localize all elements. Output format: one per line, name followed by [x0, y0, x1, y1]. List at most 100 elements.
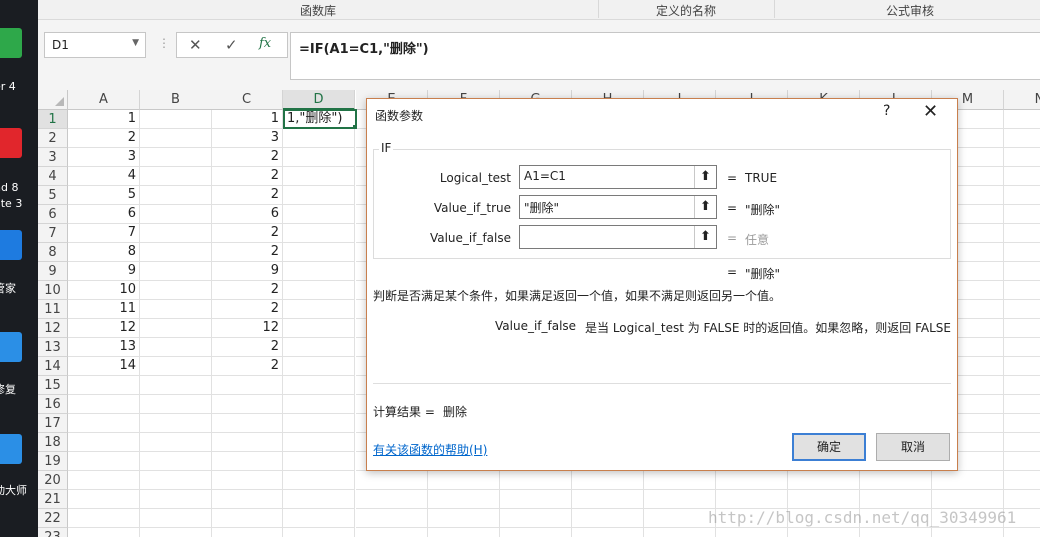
- row-header-11[interactable]: 11: [38, 300, 68, 319]
- cell-b3[interactable]: [140, 148, 212, 167]
- cell-n23[interactable]: [1004, 528, 1040, 537]
- cell-b14[interactable]: [140, 357, 212, 376]
- cell-b17[interactable]: [140, 414, 212, 433]
- cell-d5[interactable]: [283, 186, 355, 205]
- cell-b19[interactable]: [140, 452, 212, 471]
- cell-n13[interactable]: [1004, 338, 1040, 357]
- cell-a20[interactable]: [68, 471, 140, 490]
- cell-a22[interactable]: [68, 509, 140, 528]
- close-icon[interactable]: ✕: [923, 101, 938, 122]
- row-header-13[interactable]: 13: [38, 338, 68, 357]
- function-help-link[interactable]: 有关该函数的帮助(H): [373, 441, 487, 458]
- cell-g23[interactable]: [500, 528, 572, 537]
- row-header-9[interactable]: 9: [38, 262, 68, 281]
- cell-h23[interactable]: [572, 528, 644, 537]
- cell-n2[interactable]: [1004, 129, 1040, 148]
- cell-c12[interactable]: 12: [211, 319, 283, 338]
- shield-app-icon[interactable]: [0, 230, 22, 260]
- cell-k23[interactable]: [788, 528, 860, 537]
- cell-n17[interactable]: [1004, 414, 1040, 433]
- column-header-d[interactable]: D: [283, 90, 355, 110]
- cell-n5[interactable]: [1004, 186, 1040, 205]
- cell-c15[interactable]: [211, 376, 283, 395]
- cell-h21[interactable]: [572, 490, 644, 509]
- ok-button[interactable]: 确定: [792, 433, 866, 461]
- cell-k20[interactable]: [788, 471, 860, 490]
- cell-a1[interactable]: 1: [68, 110, 140, 129]
- cell-b8[interactable]: [140, 243, 212, 262]
- cell-n7[interactable]: [1004, 224, 1040, 243]
- cell-c21[interactable]: [211, 490, 283, 509]
- cell-m20[interactable]: [932, 471, 1004, 490]
- cell-a9[interactable]: 9: [68, 262, 140, 281]
- insert-function-icon[interactable]: fx: [259, 36, 271, 51]
- row-header-5[interactable]: 5: [38, 186, 68, 205]
- cell-d17[interactable]: [283, 414, 355, 433]
- cell-b18[interactable]: [140, 433, 212, 452]
- collapse-dialog-icon[interactable]: ⬆: [694, 226, 716, 248]
- cell-d23[interactable]: [283, 528, 355, 537]
- cell-j20[interactable]: [716, 471, 788, 490]
- value-if-false-input[interactable]: ⬆: [519, 225, 717, 249]
- row-header-15[interactable]: 15: [38, 376, 68, 395]
- cell-a14[interactable]: 14: [68, 357, 140, 376]
- cell-a11[interactable]: 11: [68, 300, 140, 319]
- cell-b10[interactable]: [140, 281, 212, 300]
- cell-i21[interactable]: [644, 490, 716, 509]
- select-all-corner[interactable]: [38, 90, 68, 110]
- cell-b7[interactable]: [140, 224, 212, 243]
- cell-a16[interactable]: [68, 395, 140, 414]
- cell-d19[interactable]: [283, 452, 355, 471]
- cell-d16[interactable]: [283, 395, 355, 414]
- row-header-2[interactable]: 2: [38, 129, 68, 148]
- collapse-dialog-icon[interactable]: ⬆: [694, 196, 716, 218]
- cell-n20[interactable]: [1004, 471, 1040, 490]
- cell-m21[interactable]: [932, 490, 1004, 509]
- collapse-dialog-icon[interactable]: ⬆: [694, 166, 716, 188]
- chevron-down-icon[interactable]: ▼: [132, 38, 139, 48]
- cell-j23[interactable]: [716, 528, 788, 537]
- cell-d4[interactable]: [283, 167, 355, 186]
- row-header-19[interactable]: 19: [38, 452, 68, 471]
- cell-b21[interactable]: [140, 490, 212, 509]
- cell-a18[interactable]: [68, 433, 140, 452]
- cell-d18[interactable]: [283, 433, 355, 452]
- cell-i20[interactable]: [644, 471, 716, 490]
- cell-e21[interactable]: [356, 490, 428, 509]
- cell-b12[interactable]: [140, 319, 212, 338]
- cell-c3[interactable]: 2: [211, 148, 283, 167]
- cell-d13[interactable]: [283, 338, 355, 357]
- cell-b5[interactable]: [140, 186, 212, 205]
- cell-a12[interactable]: 12: [68, 319, 140, 338]
- cell-l23[interactable]: [860, 528, 932, 537]
- cell-a3[interactable]: 3: [68, 148, 140, 167]
- cell-a6[interactable]: 6: [68, 205, 140, 224]
- cell-b20[interactable]: [140, 471, 212, 490]
- cell-a7[interactable]: 7: [68, 224, 140, 243]
- cell-i22[interactable]: [644, 509, 716, 528]
- cell-d22[interactable]: [283, 509, 355, 528]
- help-icon[interactable]: ?: [883, 103, 890, 119]
- cell-a13[interactable]: 13: [68, 338, 140, 357]
- cell-e23[interactable]: [356, 528, 428, 537]
- cell-c5[interactable]: 2: [211, 186, 283, 205]
- cell-c17[interactable]: [211, 414, 283, 433]
- cell-a17[interactable]: [68, 414, 140, 433]
- cell-n19[interactable]: [1004, 452, 1040, 471]
- row-header-21[interactable]: 21: [38, 490, 68, 509]
- cell-n9[interactable]: [1004, 262, 1040, 281]
- cell-d2[interactable]: [283, 129, 355, 148]
- cell-c13[interactable]: 2: [211, 338, 283, 357]
- row-header-10[interactable]: 10: [38, 281, 68, 300]
- cell-g21[interactable]: [500, 490, 572, 509]
- cell-e20[interactable]: [356, 471, 428, 490]
- cell-d11[interactable]: [283, 300, 355, 319]
- row-header-7[interactable]: 7: [38, 224, 68, 243]
- cell-c16[interactable]: [211, 395, 283, 414]
- row-header-18[interactable]: 18: [38, 433, 68, 452]
- row-header-20[interactable]: 20: [38, 471, 68, 490]
- column-header-c[interactable]: C: [211, 90, 283, 110]
- cell-c1[interactable]: 1: [211, 110, 283, 129]
- row-header-1[interactable]: 1: [38, 110, 68, 129]
- cancel-button[interactable]: 取消: [876, 433, 950, 461]
